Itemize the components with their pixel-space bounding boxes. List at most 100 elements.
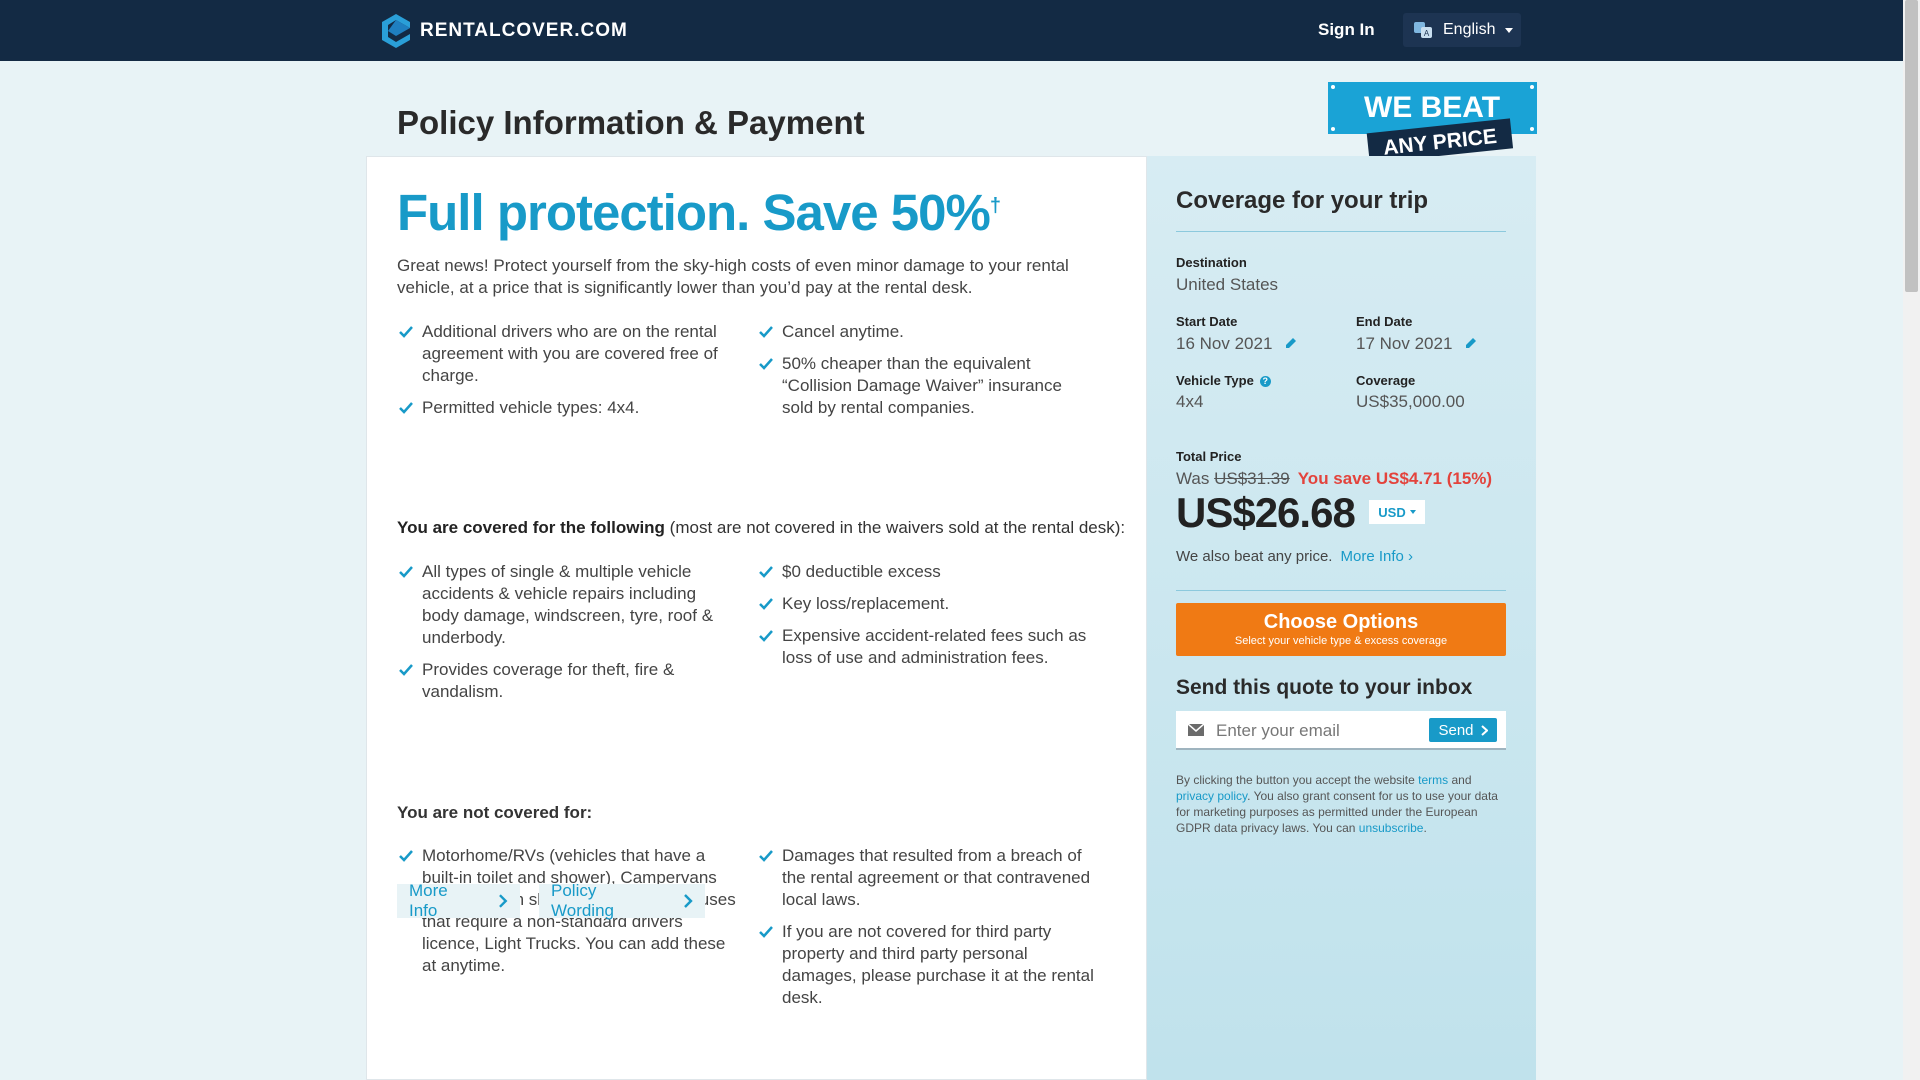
price-beat-text: We also beat any price. — [1176, 548, 1333, 565]
covered-right-column: $0 deductible excess Key loss/replacemen… — [757, 561, 1097, 679]
badge-line-1: WE BEAT — [1364, 91, 1500, 124]
list-item: Cancel anytime. — [757, 321, 1097, 343]
coverage-summary-panel: Coverage for your trip Destination Unite… — [1147, 156, 1536, 1080]
list-item: Damages that resulted from a breach of t… — [757, 845, 1097, 911]
list-item-text: Expensive accident-related fees such as … — [782, 626, 1087, 667]
price-beat-note: We also beat any price. More Info › — [1176, 548, 1413, 565]
destination-label: Destination — [1176, 255, 1247, 270]
send-button[interactable]: Send — [1429, 718, 1497, 742]
was-label: Was — [1176, 469, 1210, 488]
start-date-field[interactable]: 16 Nov 2021 — [1176, 334, 1298, 354]
check-icon — [759, 630, 773, 642]
legal-text: By clicking the button you accept the we… — [1176, 773, 1419, 787]
end-date-value: 17 Nov 2021 — [1356, 334, 1453, 353]
list-item-text: 50% cheaper than the equivalent “Collisi… — [782, 354, 1062, 417]
vehicle-type-label-text: Vehicle Type — [1176, 373, 1254, 388]
rentalcover-logo-icon — [382, 14, 410, 48]
list-item: Provides coverage for theft, fire & vand… — [397, 659, 737, 703]
divider — [1176, 590, 1506, 591]
check-icon — [399, 402, 413, 414]
chevron-down-icon — [1409, 510, 1416, 514]
choose-options-button[interactable]: Choose Options Select your vehicle type … — [1176, 603, 1506, 656]
privacy-policy-link[interactable]: privacy policy — [1176, 789, 1247, 803]
language-label: English — [1443, 21, 1496, 38]
coverage-label: Coverage — [1356, 373, 1416, 388]
original-price: US$31.39 — [1214, 469, 1290, 488]
send-quote-title: Send this quote to your inbox — [1176, 676, 1473, 699]
coverage-title: Coverage for your trip — [1176, 187, 1429, 214]
covered-heading-rest: (most are not covered in the waivers sol… — [664, 518, 1126, 537]
svg-text:A: A — [1424, 29, 1430, 38]
list-item: Additional drivers who are on the rental… — [397, 321, 737, 387]
pencil-edit-icon[interactable] — [1464, 336, 1478, 350]
more-info-label: More Info — [409, 881, 448, 920]
more-info-link[interactable]: More Info › — [1340, 548, 1413, 565]
check-icon — [759, 566, 773, 578]
list-item-text: All types of single & multiple vehicle a… — [422, 562, 714, 647]
not-covered-right-column: Damages that resulted from a breach of t… — [757, 845, 1097, 1019]
total-price: US$26.68 — [1176, 489, 1356, 536]
brand-name: RENTALCOVER.COM — [420, 20, 628, 41]
terms-link[interactable]: terms — [1418, 773, 1448, 787]
policy-wording-label: Policy Wording — [551, 881, 614, 920]
chevron-down-icon — [1505, 27, 1514, 33]
check-icon — [399, 326, 413, 338]
divider — [1176, 231, 1506, 232]
envelope-icon — [1188, 724, 1204, 736]
brand-logo[interactable]: RENTALCOVER.COM — [382, 14, 628, 48]
more-info-button[interactable]: More Info — [397, 881, 520, 920]
check-icon — [759, 926, 773, 938]
list-item-text: Cancel anytime. — [782, 322, 904, 341]
list-item-text: Key loss/replacement. — [782, 594, 950, 613]
help-question-icon[interactable]: ? — [1259, 376, 1271, 387]
legal-text: and — [1448, 773, 1472, 787]
dagger-footnote-mark: † — [989, 195, 1001, 217]
list-item: If you are not covered for third party p… — [757, 921, 1097, 1009]
check-icon — [759, 326, 773, 338]
list-item: Expensive accident-related fees such as … — [757, 625, 1097, 669]
destination-value: United States — [1176, 275, 1279, 294]
not-covered-heading: You are not covered for: — [397, 803, 593, 822]
pencil-edit-icon[interactable] — [1284, 336, 1298, 350]
coverage-value: US$35,000.00 — [1356, 392, 1465, 411]
list-item-text: Permitted vehicle types: 4x4. — [422, 398, 640, 417]
choose-options-sublabel: Select your vehicle type & excess covera… — [1234, 635, 1448, 647]
page-scrollbar[interactable] — [1903, 0, 1920, 1080]
end-date-label: End Date — [1356, 314, 1413, 329]
send-label: Send — [1438, 721, 1474, 739]
list-item: Key loss/replacement. — [757, 593, 1097, 615]
language-selector[interactable]: A English — [1403, 13, 1521, 47]
scrollbar-thumb[interactable] — [1905, 0, 1918, 292]
list-item-text: Damages that resulted from a breach of t… — [782, 846, 1091, 909]
chevron-right-icon — [499, 894, 508, 908]
covered-heading-bold: You are covered for the following — [397, 518, 665, 537]
check-icon — [399, 566, 413, 578]
headline: Full protection. Save 50%† — [397, 183, 1001, 242]
policy-details-card: Full protection. Save 50%† Great news! P… — [366, 156, 1147, 1080]
covered-left-column: All types of single & multiple vehicle a… — [397, 561, 737, 713]
chevron-right-icon — [1480, 724, 1488, 736]
we-beat-any-price-badge: WE BEAT ANY PRICE — [1328, 82, 1537, 162]
headline-text: Full protection. Save 50% — [397, 184, 991, 241]
start-date-label: Start Date — [1176, 314, 1238, 329]
legal-disclaimer: By clicking the button you accept the we… — [1176, 772, 1506, 836]
list-item: $0 deductible excess — [757, 561, 1097, 583]
price-comparison: Was US$31.39 You save US$4.71 (15%) — [1176, 469, 1492, 489]
check-icon — [759, 358, 773, 370]
check-icon — [399, 850, 413, 862]
sign-in-link[interactable]: Sign In — [1318, 20, 1375, 40]
list-item-text: Provides coverage for theft, fire & vand… — [422, 660, 675, 701]
features-left-column: Additional drivers who are on the rental… — [397, 321, 737, 429]
check-icon — [399, 664, 413, 676]
currency-value: USD — [1378, 504, 1406, 520]
email-input[interactable] — [1214, 717, 1418, 745]
chevron-right-icon — [684, 894, 693, 908]
currency-dropdown[interactable]: USD — [1369, 500, 1425, 524]
list-item-text: If you are not covered for third party p… — [782, 922, 1094, 1007]
vehicle-type-label: Vehicle Type? — [1176, 373, 1271, 388]
check-icon — [759, 598, 773, 610]
unsubscribe-link[interactable]: unsubscribe — [1359, 821, 1424, 835]
features-right-column: Cancel anytime. 50% cheaper than the equ… — [757, 321, 1097, 429]
policy-wording-button[interactable]: Policy Wording — [539, 881, 705, 920]
end-date-field[interactable]: 17 Nov 2021 — [1356, 334, 1478, 354]
